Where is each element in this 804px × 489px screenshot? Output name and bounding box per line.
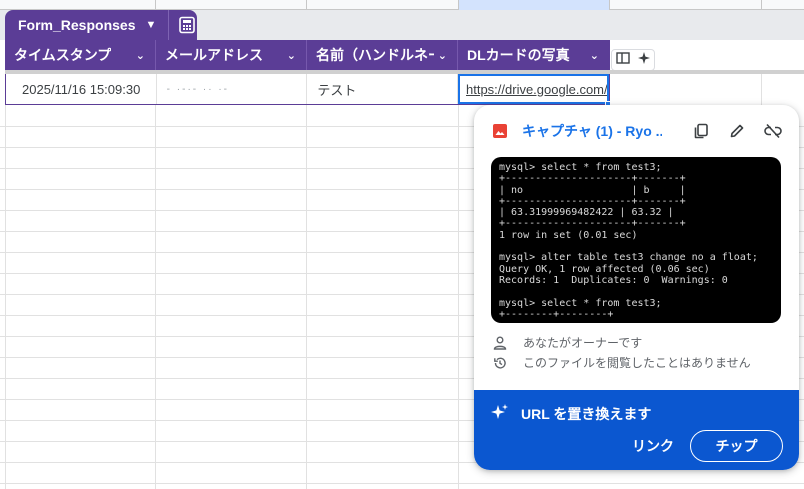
grid-line [609, 0, 610, 10]
table-header-row: タイムスタンプ ⌄ メールアドレス ⌄ 名前（ハンドルネーム） ⌄ DLカードの… [5, 40, 610, 70]
file-preview-image[interactable]: mysql> select * from test3; +-----------… [491, 157, 781, 323]
drive-link[interactable]: https://drive.google.com/open [466, 82, 607, 97]
table-row[interactable]: 2025/11/16 15:09:30 - ·-·- ·· ·- テスト htt… [5, 74, 610, 105]
history-icon [492, 355, 508, 371]
chevron-down-icon[interactable]: ⌄ [287, 49, 296, 62]
tab-divider [168, 10, 170, 40]
chevron-down-icon[interactable]: ⌄ [438, 49, 447, 62]
grid-line [5, 105, 6, 489]
terminal-text: mysql> select * from test3; +-----------… [499, 162, 758, 320]
grid-line [458, 105, 459, 489]
grid-line [155, 0, 156, 10]
column-header-label: 名前（ハンドルネーム） [316, 47, 434, 63]
grid-line [155, 105, 156, 489]
unlink-icon[interactable] [763, 121, 783, 141]
replace-url-prompt: URL を置き換えます [491, 403, 651, 424]
column-split-icon[interactable] [615, 51, 630, 70]
link-preview-card: キャプチャ (1) - Ryo ... mysql> select * from… [474, 105, 799, 470]
column-header-name[interactable]: 名前（ハンドルネーム） ⌄ [307, 40, 458, 70]
replace-text: URL を置き換えます [521, 405, 652, 422]
smart-chip-panel: URL を置き換えます リンク チップ [474, 390, 799, 470]
view-history-info: このファイルを閲覧したことはありません [492, 354, 782, 371]
column-header-label: メールアドレス [165, 47, 263, 63]
chevron-down-icon[interactable]: ⌄ [590, 49, 599, 62]
person-icon [492, 335, 508, 351]
link-button[interactable]: リンク [632, 436, 674, 456]
owner-text: あなたがオーナーです [523, 336, 643, 350]
viewed-text: このファイルを閲覧したことはありません [523, 356, 751, 370]
column-header-label: DLカードの写真 [467, 47, 570, 63]
pencil-icon[interactable] [727, 121, 747, 141]
calculator-icon-svg [179, 16, 195, 34]
grid-line [306, 105, 307, 489]
grid-line [458, 0, 459, 10]
selected-column-header[interactable] [459, 0, 609, 10]
file-title[interactable]: キャプチャ (1) - Ryo ... [522, 121, 662, 141]
column-header-email[interactable]: メールアドレス ⌄ [156, 40, 307, 70]
grid-line [306, 0, 307, 10]
cell-timestamp[interactable]: 2025/11/16 15:09:30 [6, 74, 157, 104]
grid-line [761, 0, 762, 10]
sparkle-icon [491, 403, 509, 424]
grid-line [0, 483, 804, 484]
column-header-timestamp[interactable]: タイムスタンプ ⌄ [5, 40, 156, 70]
chip-button[interactable]: チップ [690, 430, 783, 462]
chevron-down-icon[interactable]: ⌄ [136, 49, 145, 62]
copy-icon[interactable] [691, 121, 711, 141]
owner-info: あなたがオーナーです [492, 334, 782, 351]
grid-line [761, 74, 762, 105]
column-headers[interactable] [0, 0, 804, 10]
header-toolbar [611, 49, 655, 71]
column-header-label: タイムスタンプ [14, 47, 112, 63]
image-file-icon [493, 124, 507, 138]
sparkle-icon[interactable] [637, 51, 651, 70]
cell-name[interactable]: テスト [307, 74, 458, 104]
chevron-down-icon[interactable]: ▼ [145, 19, 156, 31]
table-tab[interactable]: Form_Responses ▼ [5, 10, 197, 40]
card-header: キャプチャ (1) - Ryo ... [474, 105, 799, 157]
cell-email[interactable]: - ·-·- ·· ·- [157, 74, 308, 104]
cell-photo-link[interactable]: https://drive.google.com/open [457, 74, 609, 104]
calculator-icon[interactable] [177, 15, 197, 35]
card-actions [691, 121, 783, 141]
column-header-photo[interactable]: DLカードの写真 ⌄ [458, 40, 609, 70]
table-name[interactable]: Form_Responses [5, 17, 135, 33]
